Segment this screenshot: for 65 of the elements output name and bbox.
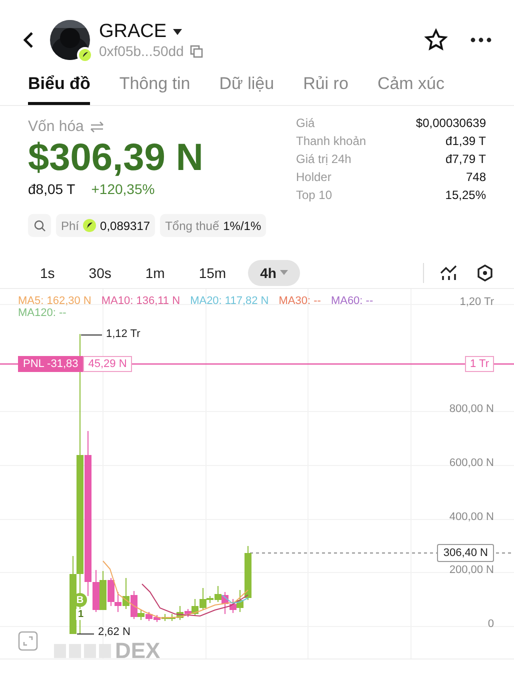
- axis-label: 200,00 N: [449, 564, 494, 576]
- search-button[interactable]: [28, 214, 51, 237]
- interval-tab[interactable]: 1m: [133, 260, 177, 286]
- more-icon[interactable]: [470, 37, 492, 43]
- indicator-legend: MA60: --: [330, 295, 374, 307]
- indicator-legend: MA20: 117,82 N: [190, 295, 269, 307]
- low-marker-line: [77, 633, 94, 635]
- fee-value: 0,089317: [100, 218, 150, 232]
- stat-label: Thanh khoản: [296, 134, 368, 148]
- high-price-label: 1,12 Tr: [106, 328, 140, 340]
- axis-label: 600,00 N: [449, 457, 494, 469]
- price-change: +120,35%: [91, 181, 155, 197]
- stat-value: đ7,79 T: [444, 152, 486, 166]
- stat-value: 15,25%: [444, 188, 486, 202]
- pnl-value: 45,29 N: [83, 356, 132, 372]
- feather-icon: [83, 219, 96, 232]
- tab[interactable]: Rủi ro: [303, 66, 348, 105]
- indicator-legend: MA10: 136,11 N: [101, 295, 180, 307]
- tab[interactable]: Dữ liệu: [219, 66, 274, 105]
- interval-tab[interactable]: 1s: [28, 260, 67, 286]
- indicator-legend: MA30: --: [278, 295, 321, 307]
- interval-tab[interactable]: 30s: [76, 260, 124, 286]
- indicator-legend: MA120: --: [18, 307, 66, 319]
- axis-label: 0: [488, 618, 494, 630]
- search-icon: [34, 220, 46, 232]
- market-cap-label: Vốn hóa: [28, 118, 84, 135]
- back-button[interactable]: [22, 31, 36, 49]
- interval-tab[interactable]: 15m: [186, 260, 238, 286]
- interval-tab[interactable]: 4h: [248, 260, 300, 286]
- tab[interactable]: Cảm xúc: [377, 66, 445, 105]
- swap-icon[interactable]: [90, 120, 104, 132]
- indicator-icon[interactable]: [440, 264, 458, 280]
- market-cap-local: đ8,05 T: [28, 181, 76, 197]
- star-icon[interactable]: [424, 28, 448, 52]
- stat-value: $0,00030639: [416, 116, 486, 130]
- stat-label: Giá: [296, 116, 316, 130]
- pnl-label: PNL -31,83: [18, 356, 84, 372]
- tax-value: 1%/1%: [223, 218, 262, 232]
- copy-icon[interactable]: [190, 44, 203, 58]
- caret-icon[interactable]: [172, 29, 182, 35]
- stat-label: Holder: [296, 170, 332, 184]
- token-name: GRACE: [99, 21, 167, 43]
- watermark-text: DEX: [115, 640, 160, 662]
- low-price-label: 2,62 N: [98, 626, 130, 638]
- high-marker-line: [81, 334, 102, 336]
- fee-label: Phí: [61, 218, 80, 232]
- stat-value: 748: [464, 170, 486, 184]
- tab[interactable]: Biểu đồ: [28, 66, 90, 105]
- settings-icon[interactable]: [476, 264, 494, 282]
- axis-label: 800,00 N: [449, 403, 494, 415]
- contract-address: 0xf05b...50dd: [99, 43, 184, 59]
- stat-value: đ1,39 T: [444, 134, 486, 148]
- stat-label: Giá trị 24h: [296, 152, 352, 166]
- axis-label: 1,20 Tr: [460, 296, 494, 308]
- axis-label: 400,00 N: [449, 511, 494, 523]
- tax-label: Tổng thuế: [165, 218, 220, 232]
- stat-label: Top 10: [296, 188, 334, 202]
- current-price-label: 306,40 N: [437, 544, 494, 562]
- indicator-legend: MA5: 162,30 N: [18, 295, 92, 307]
- tab[interactable]: Thông tin: [119, 66, 190, 105]
- buy-count: 1: [76, 609, 86, 620]
- market-cap-value: $306,39 N: [28, 136, 204, 181]
- caret-icon: [280, 270, 288, 275]
- feather-badge-icon: [77, 47, 93, 63]
- pnl-level-label: 1 Tr: [465, 356, 494, 372]
